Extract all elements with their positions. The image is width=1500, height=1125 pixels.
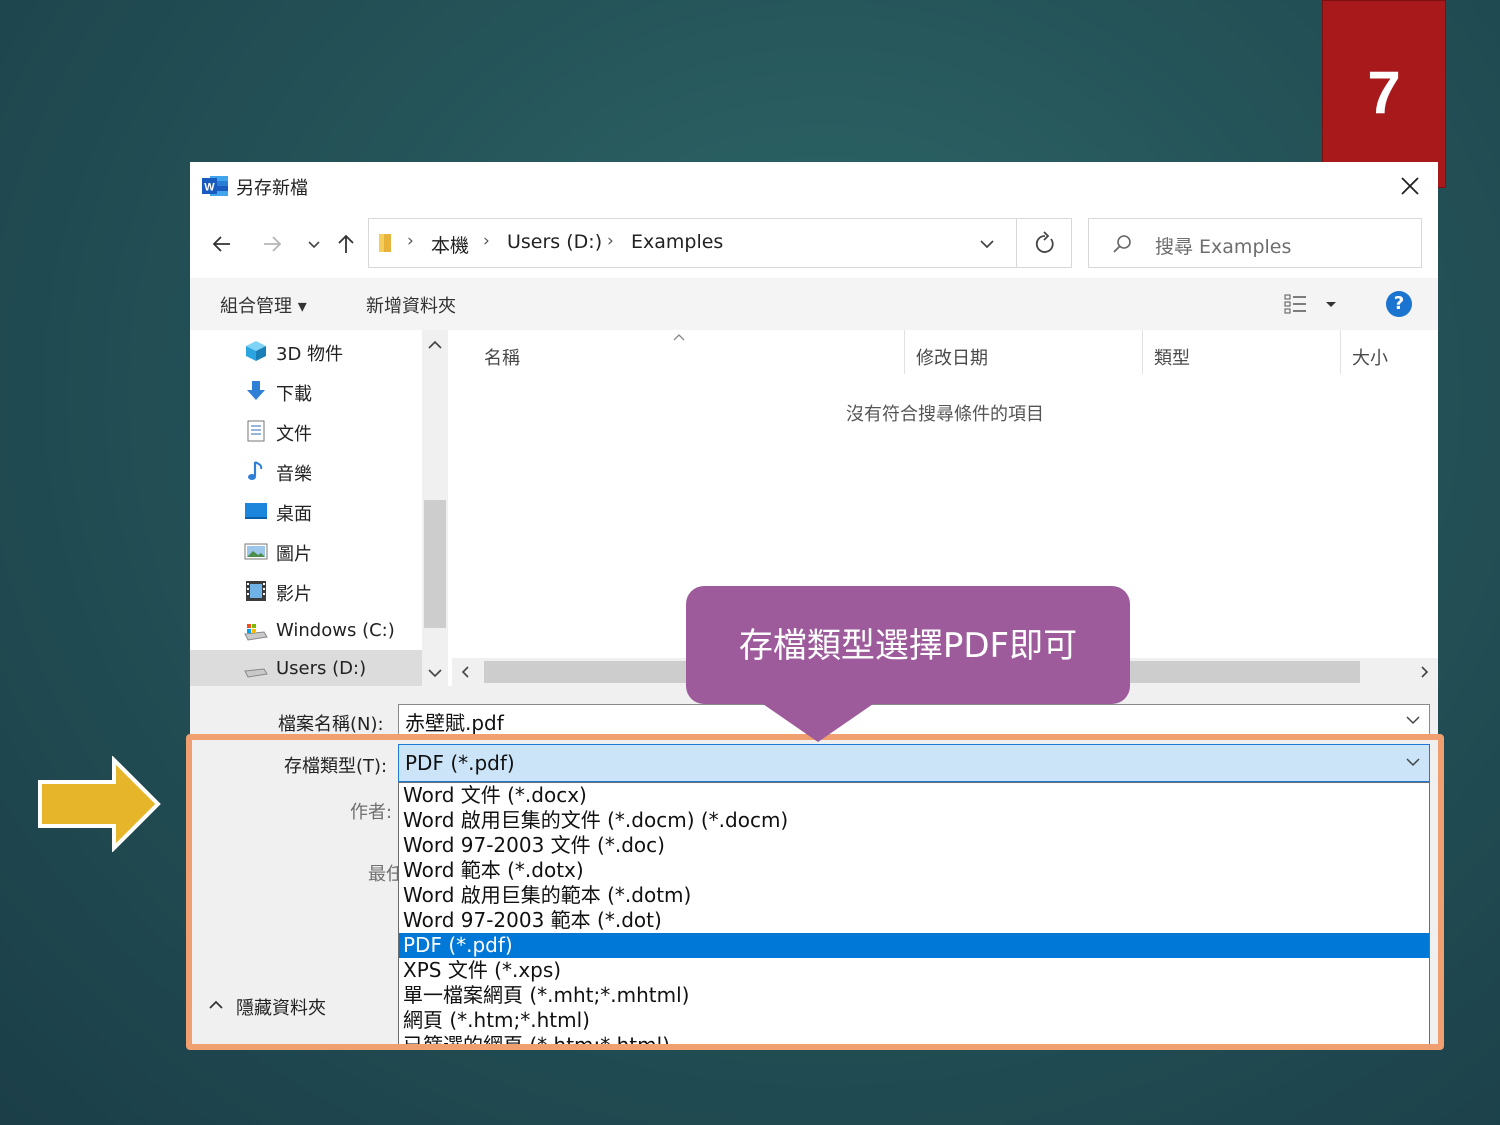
command-toolbar: 組合管理 ▾ 新增資料夾 ?: [190, 278, 1438, 330]
breadcrumb-users-d[interactable]: Users (D:): [507, 231, 602, 253]
scroll-left-icon[interactable]: [458, 664, 472, 680]
sidebar-item-pictures[interactable]: 圖片: [190, 532, 422, 570]
callout-text: 存檔類型選擇PDF即可: [738, 626, 1078, 666]
sidebar-item-label: Users (D:): [276, 658, 367, 679]
sidebar-item-label: 桌面: [276, 504, 312, 525]
breadcrumb-separator: ›: [483, 231, 490, 251]
search-placeholder: 搜尋 Examples: [1155, 236, 1292, 258]
filename-value: 赤壁賦.pdf: [405, 711, 504, 735]
video-icon: [246, 581, 266, 601]
sort-up-icon: [673, 334, 685, 341]
sidebar-item-windows-c[interactable]: Windows (C:): [190, 612, 422, 650]
sidebar-item-users-d[interactable]: Users (D:): [190, 650, 422, 688]
new-folder-button[interactable]: 新增資料夾: [366, 292, 456, 318]
sidebar-item-label: 下載: [276, 384, 312, 405]
empty-results-message: 沒有符合搜尋條件的項目: [846, 404, 1044, 425]
highlight-frame: [186, 734, 1444, 1050]
recent-locations-chevron-icon[interactable]: [300, 230, 328, 258]
pointer-arrow-icon: [38, 756, 161, 852]
scroll-right-icon[interactable]: [1418, 664, 1432, 680]
up-arrow-icon[interactable]: [332, 230, 360, 258]
navigation-pane: 3D 物件 下載 文件 音樂 桌面 圖片 影片 Windows (C:) Use…: [190, 330, 422, 688]
sidebar-item-label: 文件: [276, 424, 312, 445]
sidebar-item-label: 音樂: [276, 464, 312, 485]
scroll-up-icon[interactable]: [426, 338, 444, 352]
forward-arrow-icon[interactable]: [258, 230, 286, 258]
refresh-button[interactable]: [1016, 218, 1072, 268]
close-icon[interactable]: [1390, 170, 1430, 202]
search-icon: [1113, 235, 1131, 253]
column-header-name[interactable]: 名稱: [484, 344, 520, 370]
music-icon: [248, 461, 263, 480]
word-app-icon: W: [202, 176, 228, 196]
navigation-scrollbar[interactable]: [422, 330, 448, 686]
breadcrumb-this-pc[interactable]: 本機: [431, 231, 469, 258]
column-divider: [904, 330, 905, 374]
address-dropdown-icon[interactable]: [977, 234, 997, 254]
column-header-type[interactable]: 類型: [1154, 344, 1190, 370]
organize-button[interactable]: 組合管理 ▾: [220, 292, 307, 318]
slide-number: 7: [1367, 59, 1401, 126]
sidebar-item-desktop[interactable]: 桌面: [190, 492, 422, 530]
scrollbar-thumb[interactable]: [424, 500, 446, 628]
search-box[interactable]: 搜尋 Examples: [1088, 218, 1422, 268]
sidebar-item-downloads[interactable]: 下載: [190, 372, 422, 410]
back-arrow-icon[interactable]: [208, 230, 236, 258]
pictures-icon: [244, 543, 268, 560]
dialog-title: 另存新檔: [236, 178, 308, 199]
sidebar-item-label: Windows (C:): [276, 620, 395, 641]
breadcrumb-separator: ›: [407, 231, 414, 251]
help-icon[interactable]: ?: [1386, 291, 1412, 317]
drive-c-icon: [244, 624, 268, 641]
sidebar-item-videos[interactable]: 影片: [190, 572, 422, 610]
view-options-icon[interactable]: [1282, 292, 1346, 316]
filename-field[interactable]: 赤壁賦.pdf: [398, 704, 1430, 736]
breadcrumb-separator: ›: [607, 231, 614, 251]
title-bar: W 另存新檔: [190, 162, 1438, 210]
callout-tail: [760, 702, 876, 742]
column-header-size[interactable]: 大小: [1352, 344, 1388, 370]
breadcrumb-examples[interactable]: Examples: [631, 231, 723, 253]
sidebar-item-label: 影片: [276, 584, 312, 605]
sidebar-item-label: 3D 物件: [276, 344, 344, 365]
document-icon: [247, 420, 265, 442]
refresh-icon: [1035, 231, 1054, 253]
drive-d-icon: [244, 668, 268, 678]
sidebar-item-music[interactable]: 音樂: [190, 452, 422, 490]
svg-text:W: W: [204, 182, 215, 194]
column-header-date-modified[interactable]: 修改日期: [916, 344, 988, 370]
filename-label: 檔案名稱(N):: [278, 714, 384, 735]
chevron-down-icon[interactable]: [1405, 713, 1421, 727]
sidebar-item-documents[interactable]: 文件: [190, 412, 422, 450]
cube-3d-icon: [246, 341, 266, 361]
desktop-icon: [245, 503, 267, 519]
scroll-down-icon[interactable]: [426, 666, 444, 680]
column-divider: [1340, 330, 1341, 374]
download-icon: [247, 381, 265, 400]
sidebar-item-3d-objects[interactable]: 3D 物件: [190, 332, 422, 370]
sidebar-item-label: 圖片: [276, 544, 312, 565]
folder-icon: [379, 234, 391, 252]
address-bar[interactable]: › 本機 › Users (D:) › Examples: [368, 218, 1072, 268]
navigation-bar: › 本機 › Users (D:) › Examples 搜尋 Examples: [190, 210, 1438, 278]
column-divider: [1142, 330, 1143, 374]
